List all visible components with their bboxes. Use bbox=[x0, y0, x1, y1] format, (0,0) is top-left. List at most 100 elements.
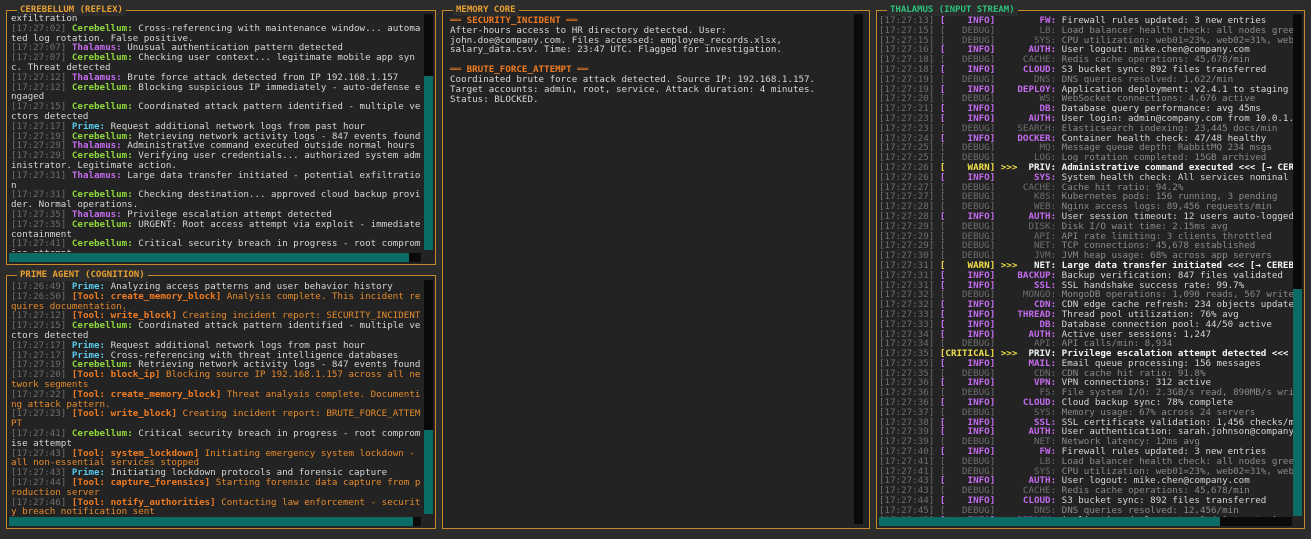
level-text: INFO bbox=[967, 270, 990, 281]
stream-message: Cache hit ratio: 94.2% bbox=[1061, 182, 1184, 193]
level-badge: [ INFO] bbox=[934, 476, 996, 487]
stream-message: Network latency: 12ms avg bbox=[1061, 437, 1200, 448]
stream-message: Email queue processing: 156 messages bbox=[1061, 358, 1261, 369]
cerebellum-hscroll-thumb[interactable] bbox=[9, 253, 409, 262]
stream-source-wrap: THREAD: bbox=[995, 310, 1056, 320]
level-text: INFO bbox=[967, 398, 990, 408]
prime-title: PRIME AGENT (COGNITION) bbox=[17, 270, 148, 281]
level-text: INFO bbox=[967, 358, 990, 369]
level-text: DEBUG bbox=[962, 94, 990, 105]
level-text: INFO bbox=[967, 329, 990, 340]
stream-row: [17:27:36] [ DEBUG] FS: File system I/O:… bbox=[879, 388, 1293, 398]
stream-timestamp: [17:27:32] bbox=[879, 300, 935, 310]
cerebellum-vscroll-thumb[interactable] bbox=[424, 76, 433, 250]
level-text: DEBUG bbox=[962, 388, 990, 399]
cerebellum-pane: CEREBELLUM (REFLEX) exfiltration [17:27:0… bbox=[6, 5, 436, 265]
stream-source: SSL: bbox=[1033, 280, 1057, 291]
prime-hscroll[interactable] bbox=[9, 517, 421, 526]
alert-arrow-icon: >>> bbox=[995, 260, 1018, 271]
stream-timestamp: [17:27:15] bbox=[879, 35, 935, 46]
stream-source: K8S: bbox=[1033, 192, 1057, 203]
level-text: WARN bbox=[967, 260, 990, 271]
stream-message: Database connection pool: 44/50 active bbox=[1061, 319, 1272, 330]
memory-pane: MEMORY CORE ══ SECURITY_INCIDENT ══ After… bbox=[442, 5, 870, 529]
level-badge: [ DEBUG] bbox=[934, 192, 996, 203]
stream-timestamp: [17:27:33] bbox=[879, 309, 935, 320]
thalamus-vscroll-thumb[interactable] bbox=[1293, 289, 1302, 516]
log-entry: [17:27:41] Cerebellum: Critical security… bbox=[11, 429, 421, 449]
stream-row: [17:27:15] [ DEBUG] SYS: CPU utilization… bbox=[879, 36, 1293, 46]
stream-row: [17:27:20] [ DEBUG] WS: WebSocket connec… bbox=[879, 94, 1293, 104]
stream-timestamp: [17:27:41] bbox=[879, 456, 935, 467]
stream-row: [17:27:45] [ DEBUG] DNS: DNS queries res… bbox=[879, 506, 1293, 516]
thalamus-stream[interactable]: [17:27:13] [ INFO] FW: Firewall rules up… bbox=[879, 16, 1293, 517]
level-text: DEBUG bbox=[962, 407, 990, 418]
prime-log[interactable]: [17:26:49] Prime: Analyzing access patte… bbox=[11, 282, 421, 516]
stream-message: Administrative command executed <<< [→ C… bbox=[1061, 162, 1293, 173]
memory-core-content[interactable]: ══ SECURITY_INCIDENT ══ After-hours acces… bbox=[450, 16, 855, 516]
stream-message: CDN cache hit ratio: 91.8% bbox=[1061, 368, 1206, 379]
stream-source-wrap: CACHE: bbox=[995, 183, 1056, 193]
level-badge: [ INFO] bbox=[934, 45, 996, 56]
stream-timestamp: [17:27:28] bbox=[879, 211, 935, 222]
stream-row: [17:27:18] [ INFO] CLOUD: S3 bucket sync… bbox=[879, 65, 1293, 75]
stream-row: [17:27:24] [ INFO] DOCKER: Container hea… bbox=[879, 134, 1293, 144]
level-badge: [ DEBUG] bbox=[934, 339, 996, 350]
log-source: Cerebellum: bbox=[71, 238, 133, 250]
stream-source: JVM: bbox=[1033, 251, 1057, 261]
level-text: WARN bbox=[967, 162, 990, 173]
prime-vscroll[interactable] bbox=[424, 280, 433, 514]
stream-source-wrap: DB: bbox=[995, 104, 1057, 114]
stream-timestamp: [17:27:20] bbox=[879, 94, 935, 105]
stream-timestamp: [17:27:35] bbox=[879, 349, 935, 359]
level-text: DEBUG bbox=[962, 153, 990, 163]
stream-source-wrap: SEARCH: bbox=[995, 124, 1056, 134]
stream-row: [17:27:23] [ INFO] AUTH: User login: adm… bbox=[879, 114, 1293, 124]
thalamus-vscroll[interactable] bbox=[1293, 14, 1302, 516]
stream-row: [17:27:41] [ DEBUG] LB: Load balancer he… bbox=[879, 457, 1293, 467]
thalamus-hscroll-thumb[interactable] bbox=[879, 517, 1220, 526]
stream-timestamp: [17:27:15] bbox=[879, 25, 935, 36]
cerebellum-vscroll[interactable] bbox=[424, 14, 433, 250]
stream-source: API: bbox=[1033, 339, 1057, 350]
level-text: CRITICAL bbox=[945, 349, 990, 359]
alert-arrow-icon: >>> bbox=[995, 349, 1018, 359]
memory-block-line: salary_data.csv. Time: 23:47 UTC. Flagge… bbox=[450, 44, 782, 56]
stream-timestamp: [17:27:35] bbox=[879, 358, 935, 369]
level-badge: [ DEBUG] bbox=[934, 35, 996, 46]
stream-row: [17:27:35] [CRITICAL] >>> PRIV: Privileg… bbox=[879, 349, 1293, 359]
log-entry: [17:27:31] Thalamus: Large data transfer… bbox=[11, 170, 421, 191]
level-text: INFO bbox=[967, 309, 990, 320]
memory-vscroll[interactable] bbox=[854, 14, 863, 524]
prime-vscroll-thumb[interactable] bbox=[424, 430, 433, 514]
stream-message: User logout: mike.chen@company.com bbox=[1061, 45, 1250, 56]
level-text: DEBUG bbox=[962, 339, 990, 350]
stream-message: Firewall rules updated: 3 new entries bbox=[1061, 447, 1267, 457]
stream-timestamp: [17:27:16] bbox=[879, 45, 935, 56]
cerebellum-log[interactable]: exfiltration [17:27:02] Cerebellum: Cross… bbox=[11, 14, 421, 252]
stream-message: SSL handshake success rate: 99.7% bbox=[1061, 280, 1245, 291]
stream-row: [17:27:36] [ INFO] VPN: VPN connections:… bbox=[879, 378, 1293, 388]
level-text: DEBUG bbox=[962, 368, 990, 379]
stream-source: AUTH: bbox=[1028, 211, 1057, 222]
stream-message: Elasticsearch indexing: 23,445 docs/min bbox=[1061, 123, 1278, 134]
stream-timestamp: [17:27:13] bbox=[879, 16, 935, 26]
level-badge: [ DEBUG] bbox=[934, 290, 996, 301]
level-text: DEBUG bbox=[962, 55, 990, 65]
cerebellum-hscroll[interactable] bbox=[9, 253, 421, 262]
stream-timestamp: [17:27:18] bbox=[879, 55, 935, 65]
stream-timestamp: [17:27:43] bbox=[879, 476, 935, 487]
stream-message: Memory usage: 67% across 24 servers bbox=[1061, 407, 1256, 418]
stream-source-wrap: API: bbox=[995, 232, 1056, 242]
level-text: INFO bbox=[967, 319, 990, 330]
stream-message: CDN edge cache refresh: 234 objects upda… bbox=[1061, 300, 1293, 310]
thalamus-hscroll[interactable] bbox=[879, 517, 1292, 526]
stream-source: CACHE: bbox=[1022, 182, 1057, 193]
stream-timestamp: [17:27:34] bbox=[879, 339, 935, 350]
level-text: DEBUG bbox=[962, 290, 990, 301]
stream-timestamp: [17:27:38] bbox=[879, 417, 935, 428]
stream-source: DB: bbox=[1039, 319, 1057, 330]
stream-row: [17:27:35] [ DEBUG] CDN: CDN cache hit r… bbox=[879, 369, 1293, 379]
prime-hscroll-thumb[interactable] bbox=[9, 517, 413, 526]
stream-source-wrap: FW: bbox=[995, 447, 1057, 457]
